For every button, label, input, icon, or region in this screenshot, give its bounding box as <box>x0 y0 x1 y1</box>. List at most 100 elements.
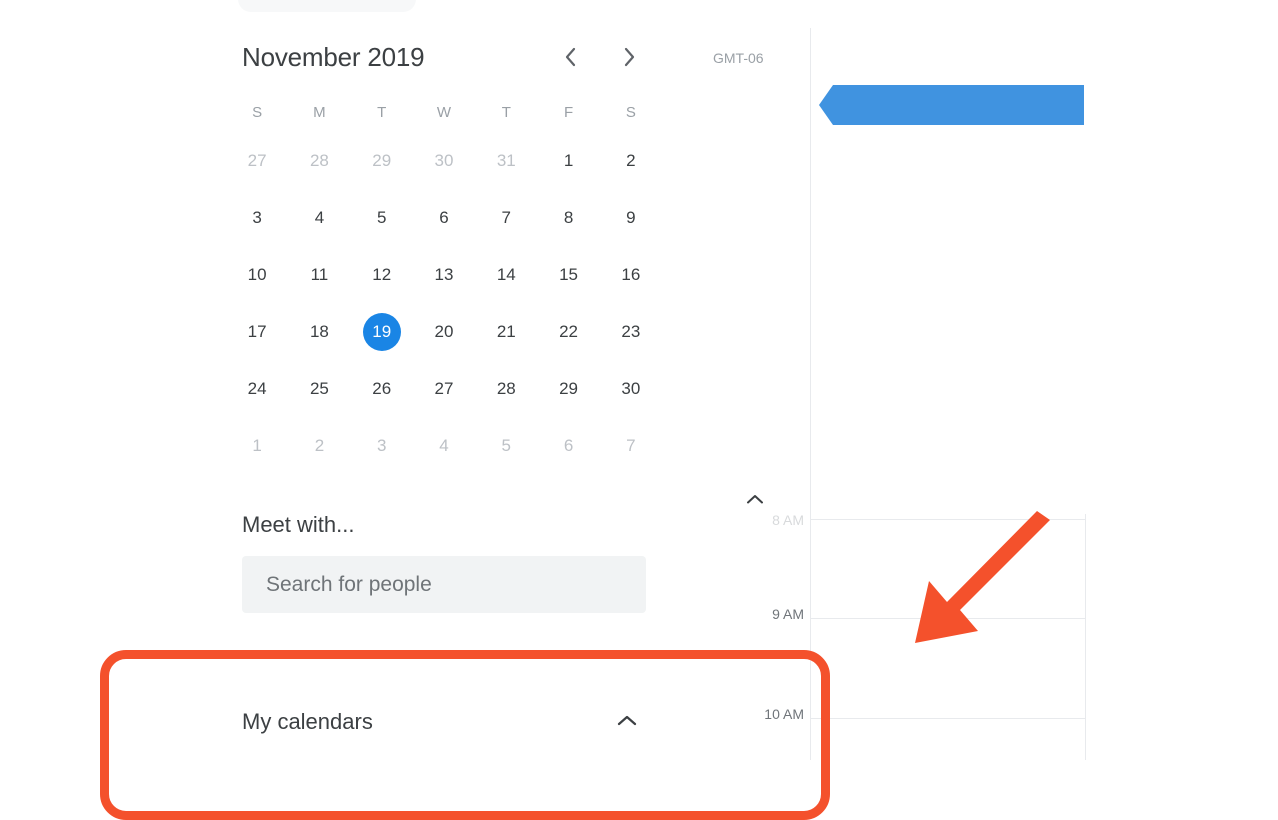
calendar-cell: 30 <box>600 360 662 417</box>
calendar-day[interactable]: 24 <box>238 370 276 408</box>
grid-hour-rule-8am <box>810 519 1085 520</box>
calendar-day[interactable]: 30 <box>612 370 650 408</box>
grid-hour-rule-10am <box>810 718 1085 719</box>
calendar-day[interactable]: 22 <box>550 313 588 351</box>
calendar-day[interactable]: 8 <box>550 199 588 237</box>
collapse-hours-chevron-up-icon[interactable] <box>736 484 774 514</box>
mini-calendar-title: November 2019 <box>242 42 425 72</box>
day-view-grid: GMT-06 8 AM 9 AM 10 AM <box>680 0 1100 760</box>
calendar-day[interactable]: 27 <box>238 142 276 180</box>
calendar-cell: 6 <box>537 417 599 474</box>
calendar-day[interactable]: 29 <box>550 370 588 408</box>
calendar-cell: 24 <box>226 360 288 417</box>
calendar-day[interactable]: 11 <box>300 256 338 294</box>
calendar-cell: 29 <box>537 360 599 417</box>
calendar-cell: 4 <box>288 189 350 246</box>
calendar-day[interactable]: 14 <box>487 256 525 294</box>
calendar-cell: 5 <box>475 417 537 474</box>
calendar-day[interactable]: 25 <box>300 370 338 408</box>
hour-label-10am: 10 AM <box>764 706 804 722</box>
all-day-event-chip[interactable] <box>819 85 1084 125</box>
calendar-day[interactable]: 5 <box>487 427 525 465</box>
grid-vertical-rule-left <box>810 28 811 760</box>
calendar-day[interactable]: 15 <box>550 256 588 294</box>
calendar-cell: 18 <box>288 303 350 360</box>
calendar-cell: 14 <box>475 246 537 303</box>
meet-with-title: Meet with... <box>242 512 355 537</box>
calendar-day[interactable]: 20 <box>425 313 463 351</box>
calendar-day[interactable]: 1 <box>550 142 588 180</box>
weekday-header: F <box>563 103 574 121</box>
calendar-cell: 3 <box>351 417 413 474</box>
calendar-day[interactable]: 17 <box>238 313 276 351</box>
calendar-cell: 21 <box>475 303 537 360</box>
calendar-cell: 13 <box>413 246 475 303</box>
calendar-day[interactable]: 18 <box>300 313 338 351</box>
calendar-day[interactable]: 23 <box>612 313 650 351</box>
calendar-day[interactable]: 27 <box>425 370 463 408</box>
calendar-day[interactable]: 21 <box>487 313 525 351</box>
search-for-people-box[interactable] <box>242 556 646 613</box>
chevron-up-icon[interactable] <box>608 702 646 740</box>
weekday-header: T <box>377 103 387 121</box>
calendar-cell: 29 <box>351 132 413 189</box>
chevron-left-icon <box>562 46 578 68</box>
calendar-cell: 7 <box>600 417 662 474</box>
my-calendars-section-header[interactable]: My calendars <box>226 694 646 750</box>
calendar-day[interactable]: 4 <box>300 199 338 237</box>
calendar-cell: 2 <box>600 132 662 189</box>
grid-hour-rule-9am <box>810 618 1085 619</box>
calendar-cell: 31 <box>475 132 537 189</box>
calendar-cell: 1 <box>226 417 288 474</box>
calendar-day[interactable]: 2 <box>612 142 650 180</box>
calendar-cell: 20 <box>413 303 475 360</box>
calendar-day[interactable]: 6 <box>550 427 588 465</box>
calendar-day[interactable]: 29 <box>363 142 401 180</box>
weekday-header: W <box>436 103 452 121</box>
calendar-cell: 26 <box>351 360 413 417</box>
calendar-day[interactable]: 9 <box>612 199 650 237</box>
calendar-day[interactable]: 6 <box>425 199 463 237</box>
hour-label-9am: 9 AM <box>772 606 804 622</box>
previous-month-button[interactable] <box>551 38 589 76</box>
calendar-day[interactable]: 16 <box>612 256 650 294</box>
meet-with-section: Meet with... <box>226 512 646 613</box>
calendar-day[interactable]: 3 <box>238 199 276 237</box>
chevron-right-icon <box>622 46 638 68</box>
calendar-cell: 25 <box>288 360 350 417</box>
calendar-day[interactable]: 2 <box>300 427 338 465</box>
calendar-cell: 11 <box>288 246 350 303</box>
calendar-cell: 28 <box>475 360 537 417</box>
calendar-day[interactable]: 1 <box>238 427 276 465</box>
calendar-day[interactable]: 5 <box>363 199 401 237</box>
calendar-day[interactable]: 30 <box>425 142 463 180</box>
weekday-header: S <box>252 103 263 121</box>
calendar-day[interactable]: 28 <box>487 370 525 408</box>
calendar-day[interactable]: 26 <box>363 370 401 408</box>
hour-label-8am: 8 AM <box>772 512 804 528</box>
weekday-header: T <box>501 103 511 121</box>
search-people-input[interactable] <box>242 572 646 597</box>
calendar-day[interactable]: 7 <box>487 199 525 237</box>
calendar-day[interactable]: 7 <box>612 427 650 465</box>
calendar-day[interactable]: 31 <box>487 142 525 180</box>
calendar-cell: 19 <box>351 303 413 360</box>
calendar-cell: 15 <box>537 246 599 303</box>
calendar-cell: 4 <box>413 417 475 474</box>
grid-vertical-rule-right <box>1085 514 1086 760</box>
calendar-cell: 5 <box>351 189 413 246</box>
calendar-cell: 16 <box>600 246 662 303</box>
calendar-cell: 7 <box>475 189 537 246</box>
calendar-cell: 2 <box>288 417 350 474</box>
calendar-day[interactable]: 12 <box>363 256 401 294</box>
timezone-label: GMT-06 <box>713 50 764 66</box>
calendar-day[interactable]: 28 <box>300 142 338 180</box>
calendar-day[interactable]: 3 <box>363 427 401 465</box>
calendar-day[interactable]: 10 <box>238 256 276 294</box>
calendar-day[interactable]: 4 <box>425 427 463 465</box>
next-month-button[interactable] <box>611 38 649 76</box>
calendar-day-selected[interactable]: 19 <box>362 312 401 351</box>
calendar-cell: 10 <box>226 246 288 303</box>
calendar-day[interactable]: 13 <box>425 256 463 294</box>
calendar-cell: 23 <box>600 303 662 360</box>
